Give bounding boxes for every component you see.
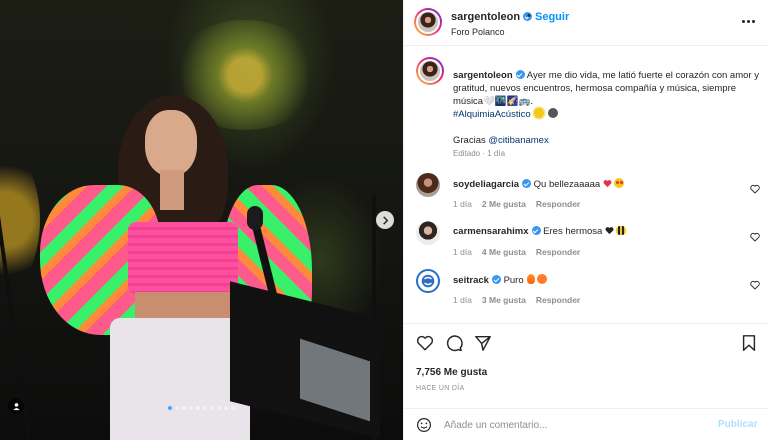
sun-emoji-icon (533, 108, 544, 118)
reply-button[interactable]: Responder (536, 295, 580, 305)
post-photo[interactable] (0, 0, 403, 440)
user-tag-icon (12, 402, 20, 410)
avatar-image (416, 10, 440, 34)
post-time-ago[interactable]: HACE UN DÍA (416, 385, 464, 392)
tagged-users-button[interactable] (8, 398, 24, 414)
follow-button[interactable]: Seguir (535, 11, 569, 23)
publish-button[interactable]: Publicar (718, 419, 757, 430)
pink-top (128, 222, 238, 294)
comment-input[interactable] (444, 415, 704, 435)
hot-face-emoji-icon (536, 274, 547, 284)
bee-emoji-icon (616, 226, 627, 235)
carousel-dot (217, 406, 221, 410)
comment-icon[interactable] (445, 334, 463, 352)
verified-icon (515, 70, 525, 79)
author-username[interactable]: sargentoleon (451, 11, 533, 23)
dark-emoji-icon (547, 108, 558, 118)
carousel-dot (175, 406, 179, 410)
caption-thanks: Gracias (453, 135, 486, 146)
white-pants (110, 318, 250, 440)
carousel-dot (196, 406, 200, 410)
caption-username[interactable]: sargentoleon (453, 70, 513, 81)
reply-button[interactable]: Responder (536, 247, 580, 257)
verified-icon (491, 275, 501, 284)
comment-likes[interactable]: 3 Me gusta (482, 295, 526, 305)
comment-body: Qu bellezaaaaa (533, 179, 601, 190)
comment-meta: 1 día 3 Me gusta Responder (453, 295, 581, 305)
heart-icon[interactable] (750, 232, 760, 242)
post-actions: 7,756 Me gusta HACE UN DÍA (404, 323, 768, 408)
red-heart-emoji-icon (603, 180, 612, 188)
avatar-image (418, 59, 442, 83)
carousel-dot (224, 406, 228, 410)
comment-item: carmensarahimx Eres hermosa 1 día 4 Me gu… (416, 221, 761, 261)
post-side-panel: sargentoleon • Seguir Foro Polanco sarge… (403, 0, 768, 440)
comment-item: seitrack Puro 1 día 3 Me gusta Responder (416, 269, 761, 309)
singer-neck (160, 170, 184, 210)
comment-text: carmensarahimx Eres hermosa (453, 226, 627, 237)
verified-icon (522, 179, 532, 188)
author-avatar[interactable] (414, 8, 442, 36)
singer-face (145, 110, 197, 176)
more-options-button[interactable] (742, 14, 756, 28)
seitrack-logo-icon (421, 274, 435, 288)
heart-icon[interactable] (750, 280, 760, 290)
comment-meta: 1 día 2 Me gusta Responder (453, 199, 581, 209)
comment-text: seitrack Puro (453, 274, 547, 286)
likes-count[interactable]: 7,756 Me gusta (416, 367, 487, 378)
black-heart-emoji-icon (605, 227, 614, 235)
comment-item: soydeliagarcia Qu bellezaaaaa 1 día 2 Me … (416, 173, 761, 213)
carousel-dot (231, 406, 235, 410)
caption-mention[interactable]: @citibanamex (488, 135, 548, 146)
carousel-dot (203, 406, 207, 410)
comment-text: soydeliagarcia Qu bellezaaaaa (453, 178, 625, 190)
like-heart-icon[interactable] (416, 334, 434, 352)
bookmark-icon[interactable] (740, 334, 758, 352)
commenter-avatar[interactable] (416, 221, 440, 245)
share-icon[interactable] (474, 334, 492, 352)
commenter-avatar[interactable] (416, 269, 440, 293)
comment-body: Eres hermosa (543, 226, 603, 237)
verified-icon (531, 226, 541, 235)
comment-body: Puro (503, 275, 524, 286)
comments-scroll-area[interactable]: sargentoleon Ayer me dio vida, me latió … (404, 47, 768, 323)
reply-button[interactable]: Responder (536, 199, 580, 209)
microphone (247, 206, 263, 230)
comment-likes[interactable]: 2 Me gusta (482, 199, 526, 209)
comment-likes[interactable]: 4 Me gusta (482, 247, 526, 257)
comment-form: Publicar (404, 408, 768, 440)
post-header: sargentoleon • Seguir Foro Polanco (404, 0, 768, 46)
header-separator: • (527, 10, 531, 22)
more-icon (742, 19, 745, 23)
heart-icon[interactable] (750, 184, 760, 194)
chevron-right-icon (382, 215, 388, 225)
caption-edited: Editado · 1 día (453, 149, 506, 158)
caption-hashtag[interactable]: #AlquimiaAcústico (453, 109, 531, 120)
carousel-dot (189, 406, 193, 410)
commenter-avatar[interactable] (416, 173, 440, 197)
carousel-indicator (0, 406, 403, 410)
carousel-dot (182, 406, 186, 410)
caption-avatar[interactable] (416, 57, 444, 85)
emoji-icon[interactable] (416, 417, 432, 433)
post-location[interactable]: Foro Polanco (451, 27, 505, 37)
carousel-dot (168, 406, 172, 410)
caption-text: sargentoleon Ayer me dio vida, me latió … (453, 69, 761, 160)
comment-meta: 1 día 4 Me gusta Responder (453, 247, 581, 257)
caption-emojis: 🤍🌃🌠🚌. (483, 96, 534, 107)
comment-username[interactable]: seitrack (453, 275, 489, 286)
next-slide-button[interactable] (376, 211, 394, 229)
fire-emoji-icon (526, 274, 535, 284)
comment-username[interactable]: soydeliagarcia (453, 179, 519, 190)
star-struck-emoji-icon (614, 178, 625, 188)
comment-username[interactable]: carmensarahimx (453, 226, 529, 237)
carousel-dot (210, 406, 214, 410)
